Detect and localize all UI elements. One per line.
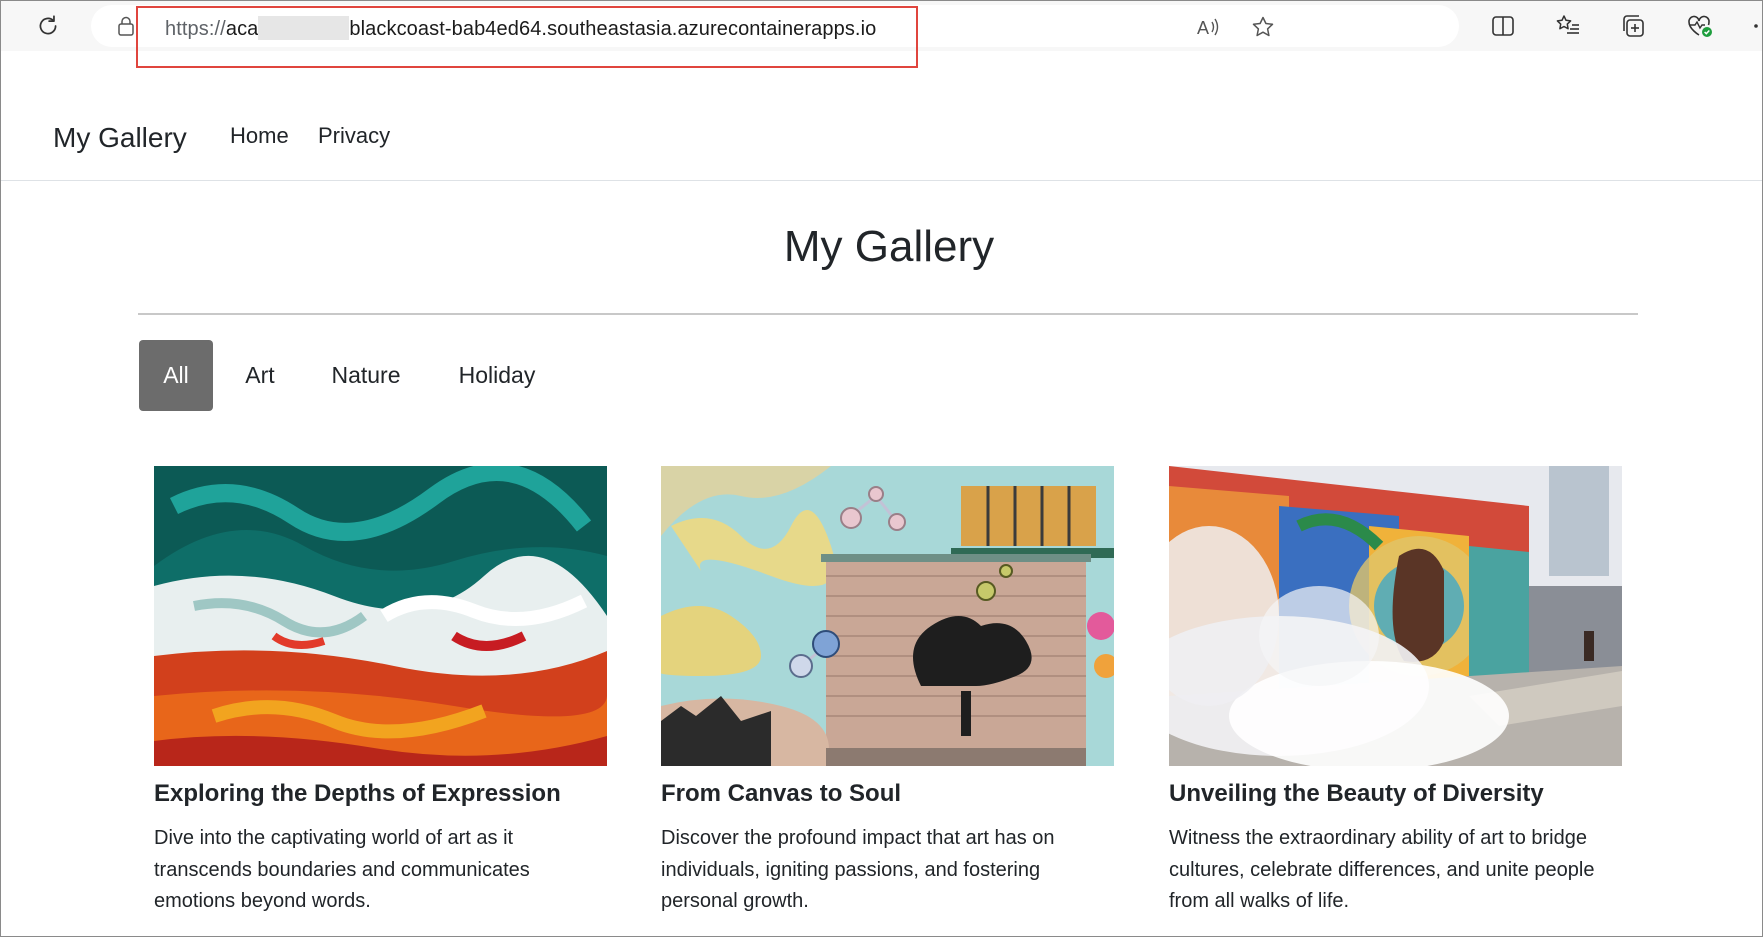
url-prefix: aca	[225, 18, 259, 40]
svg-text:A: A	[1197, 18, 1209, 38]
nav-link-home[interactable]: Home	[230, 123, 289, 149]
redacted-block	[258, 16, 350, 40]
favorite-star-icon[interactable]	[1249, 13, 1277, 41]
title-divider	[138, 313, 1638, 315]
abstract-painting-image[interactable]	[154, 466, 607, 766]
reload-icon[interactable]	[33, 11, 63, 41]
card-text: Witness the extraordinary ability of art…	[1169, 827, 1595, 912]
gallery-card[interactable]: Exploring the Depths of Expression Dive …	[154, 466, 607, 912]
favorites-list-icon[interactable]	[1553, 11, 1583, 41]
gallery-card[interactable]: From Canvas to Soul Discover the profoun…	[661, 466, 1114, 912]
card-title: Exploring the Depths of Expression	[154, 780, 561, 807]
filter-all[interactable]: All	[139, 340, 213, 411]
mural-wall-image[interactable]	[661, 466, 1114, 766]
navbar-brand[interactable]: My Gallery	[53, 122, 187, 154]
more-icon[interactable]	[1749, 11, 1763, 41]
nav-link-privacy[interactable]: Privacy	[318, 123, 390, 149]
browser-essentials-icon[interactable]	[1684, 11, 1716, 41]
site-navbar: My Gallery Home Privacy	[1, 52, 1762, 181]
url-host: blackcoast-bab4ed64.southeastasia.azurec…	[349, 18, 877, 40]
street-mural-steam-image[interactable]	[1169, 466, 1622, 766]
page-title: My Gallery	[783, 222, 995, 271]
filter-holiday[interactable]: Holiday	[447, 340, 547, 411]
card-title: From Canvas to Soul	[661, 780, 902, 807]
card-text: Discover the profound impact that art ha…	[661, 827, 1055, 912]
filter-nature[interactable]: Nature	[318, 340, 414, 411]
address-bar[interactable]: https://aca blackcoast-bab4ed64.southeast…	[91, 5, 1459, 47]
filter-art[interactable]: Art	[233, 340, 287, 411]
read-aloud-icon[interactable]: A	[1195, 13, 1223, 41]
collections-icon[interactable]	[1618, 11, 1648, 41]
gallery-card[interactable]: Unveiling the Beauty of Diversity Witnes…	[1169, 466, 1622, 912]
lock-icon[interactable]	[115, 15, 137, 37]
split-screen-icon[interactable]	[1488, 11, 1518, 41]
url-text[interactable]: https://aca blackcoast-bab4ed64.southeast…	[165, 16, 876, 41]
url-scheme: https://	[165, 18, 226, 40]
browser-toolbar: https://aca blackcoast-bab4ed64.southeast…	[1, 1, 1762, 51]
card-text: Dive into the captivating world of art a…	[154, 827, 530, 912]
card-title: Unveiling the Beauty of Diversity	[1169, 780, 1544, 807]
